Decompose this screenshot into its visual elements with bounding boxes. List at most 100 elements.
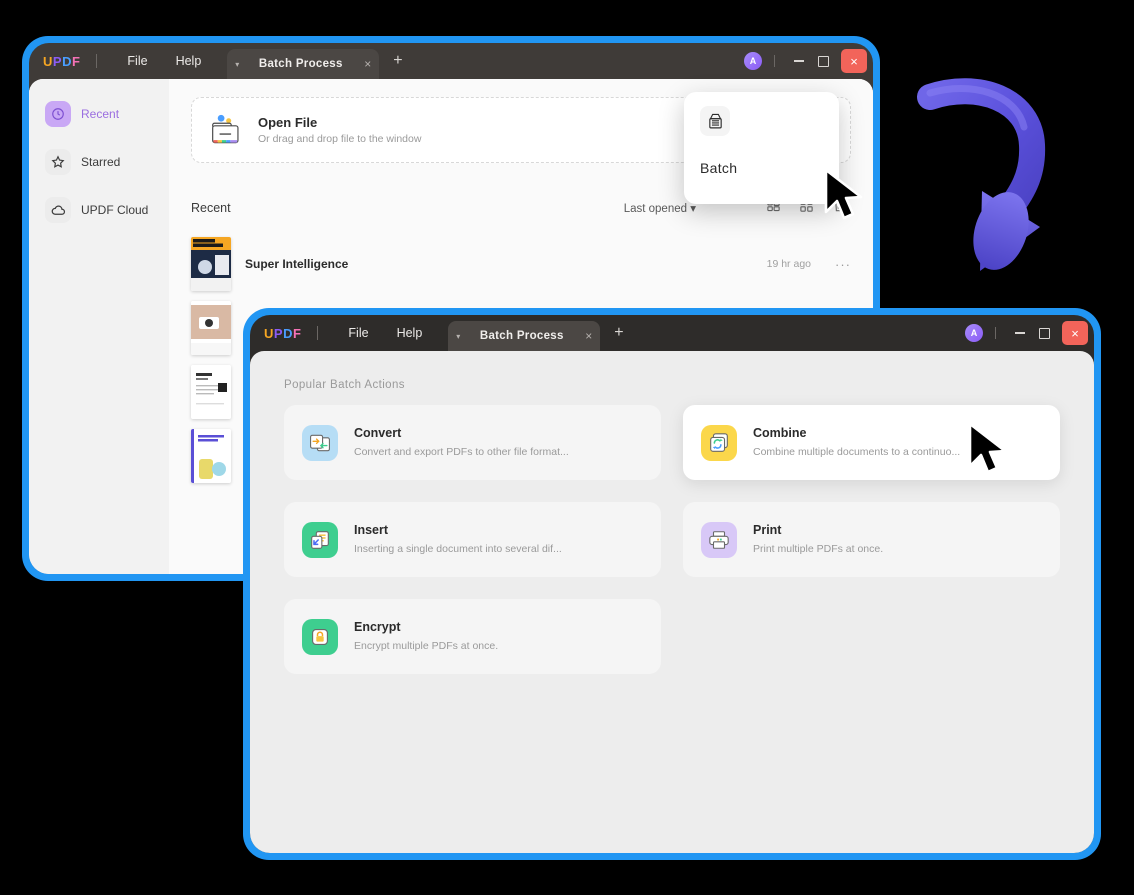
chevron-down-icon[interactable]: ▾	[235, 60, 239, 69]
logo-letter-f: F	[292, 325, 302, 341]
batch-card-text: Encrypt Encrypt multiple PDFs at once.	[354, 620, 498, 653]
maximize-button[interactable]	[1032, 322, 1056, 344]
section-title: Popular Batch Actions	[284, 379, 405, 391]
batch-card-convert[interactable]: Convert Convert and export PDFs to other…	[284, 405, 661, 480]
close-icon[interactable]: ×	[585, 329, 592, 343]
avatar[interactable]: A	[965, 324, 983, 342]
sidebar-item-recent[interactable]: Recent	[39, 95, 159, 133]
updf-window-batch-process: U P D F File Help ▾ Batch Process × + A	[243, 308, 1101, 860]
logo-letter-u: U	[43, 53, 53, 69]
batch-card-desc: Print multiple PDFs at once.	[753, 542, 884, 555]
logo-letter-d: D	[62, 53, 72, 69]
minimize-button[interactable]	[787, 50, 811, 72]
batch-card-text: Convert Convert and export PDFs to other…	[354, 426, 569, 459]
menu-file[interactable]: File	[113, 50, 161, 72]
minimize-button[interactable]	[1008, 322, 1032, 344]
avatar[interactable]: A	[744, 52, 762, 70]
batch-card-title: Convert	[354, 425, 402, 440]
clock-icon	[45, 101, 71, 127]
updf-logo: U P D F	[264, 326, 301, 341]
list-item-name: Super Intelligence	[245, 257, 349, 271]
batch-card-insert[interactable]: Insert Inserting a single document into …	[284, 502, 661, 577]
recent-heading: Recent	[191, 200, 231, 215]
convert-icon	[302, 424, 338, 461]
open-file-text: Open File Or drag and drop file to the w…	[258, 115, 421, 145]
batch-card-title: Print	[753, 522, 782, 537]
window2-titlebar: U P D F File Help ▾ Batch Process × + A	[250, 315, 1094, 351]
folder-icon	[212, 114, 239, 144]
batch-card-encrypt[interactable]: Encrypt Encrypt multiple PDFs at once.	[284, 599, 661, 674]
controls-divider	[774, 55, 775, 67]
list-item-time: 19 hr ago	[766, 258, 811, 270]
sidebar-item-label: UPDF Cloud	[81, 203, 149, 217]
sidebar-item-label: Starred	[81, 155, 121, 169]
new-tab-button[interactable]: +	[393, 52, 402, 70]
batch-card-desc: Convert and export PDFs to other file fo…	[354, 445, 569, 458]
batch-card-title: Combine	[753, 425, 807, 440]
document-thumbnail	[191, 429, 231, 483]
batch-card-text: Insert Inserting a single document into …	[354, 523, 562, 556]
batch-card-desc: Inserting a single document into several…	[354, 542, 562, 555]
tab-batch-process[interactable]: ▾ Batch Process ×	[448, 321, 601, 351]
star-icon	[45, 149, 71, 175]
controls-divider	[995, 327, 996, 339]
encrypt-icon	[302, 618, 338, 655]
new-tab-button[interactable]: +	[614, 324, 623, 342]
logo-letter-d: D	[283, 325, 293, 341]
document-thumbnail	[191, 301, 231, 355]
combine-icon	[701, 424, 737, 461]
menu-help[interactable]: Help	[162, 50, 216, 72]
menu-help[interactable]: Help	[383, 322, 437, 344]
titlebar-divider	[317, 326, 319, 340]
batch-card-desc: Encrypt multiple PDFs at once.	[354, 639, 499, 652]
open-file-subtitle: Or drag and drop file to the window	[258, 133, 422, 145]
batch-card-combine[interactable]: Combine Combine multiple documents to a …	[683, 405, 1060, 480]
batch-card-title: Insert	[354, 522, 389, 537]
batch-popup-label: Batch	[700, 160, 738, 176]
batch-card-print[interactable]: Print Print multiple PDFs at once.	[683, 502, 1060, 577]
menu-file[interactable]: File	[334, 322, 382, 344]
logo-letter-p: P	[273, 325, 284, 341]
batch-card-desc: Combine multiple documents to a continuo…	[753, 445, 961, 458]
sort-label: Last opened	[623, 202, 688, 215]
close-button[interactable]: ×	[1062, 321, 1088, 345]
curved-down-arrow-3d-icon	[917, 78, 1046, 271]
document-thumbnail	[191, 365, 231, 419]
sidebar-item-updf-cloud[interactable]: UPDF Cloud	[39, 191, 159, 229]
batch-stack-icon	[700, 106, 730, 136]
sidebar: Recent Starred UPDF Cloud	[29, 79, 169, 574]
close-button[interactable]: ×	[841, 49, 867, 73]
batch-action-grid: Convert Convert and export PDFs to other…	[284, 405, 1060, 674]
cloud-icon	[45, 197, 71, 223]
open-file-title: Open File	[258, 115, 318, 130]
document-thumbnail	[191, 237, 231, 291]
tab-label: Batch Process	[479, 330, 564, 342]
window2-controls: A ×	[965, 315, 1094, 351]
window1-controls: A ×	[744, 43, 873, 79]
batch-process-panel: Popular Batch Actions Convert Convert an…	[250, 351, 1094, 853]
batch-card-text: Combine Combine multiple documents to a …	[753, 426, 960, 459]
titlebar-divider	[96, 54, 98, 68]
sidebar-item-label: Recent	[81, 107, 120, 121]
sort-dropdown[interactable]: Last opened ▾	[624, 201, 696, 215]
print-icon	[701, 521, 737, 558]
logo-letter-u: U	[264, 325, 274, 341]
chevron-down-icon[interactable]: ▾	[456, 332, 460, 341]
logo-letter-f: F	[71, 53, 81, 69]
insert-icon	[302, 521, 338, 558]
chevron-down-icon: ▾	[690, 202, 696, 215]
batch-card-title: Encrypt	[354, 619, 401, 634]
tab-batch-process[interactable]: ▾ Batch Process ×	[227, 49, 380, 79]
window1-titlebar: U P D F File Help ▾ Batch Process × + A	[29, 43, 873, 79]
list-item[interactable]: Super Intelligence 19 hr ago ···	[191, 232, 851, 296]
tab-label: Batch Process	[258, 58, 343, 70]
list-item-more-button[interactable]: ···	[835, 257, 851, 272]
updf-logo: U P D F	[43, 54, 80, 69]
screenshot-stage: U P D F File Help ▾ Batch Process × + A	[0, 0, 1134, 895]
batch-card-text: Print Print multiple PDFs at once.	[753, 523, 883, 556]
maximize-button[interactable]	[811, 50, 835, 72]
sidebar-item-starred[interactable]: Starred	[39, 143, 159, 181]
batch-popup-card[interactable]: Batch	[684, 92, 839, 204]
close-icon[interactable]: ×	[364, 57, 371, 71]
logo-letter-p: P	[52, 53, 63, 69]
